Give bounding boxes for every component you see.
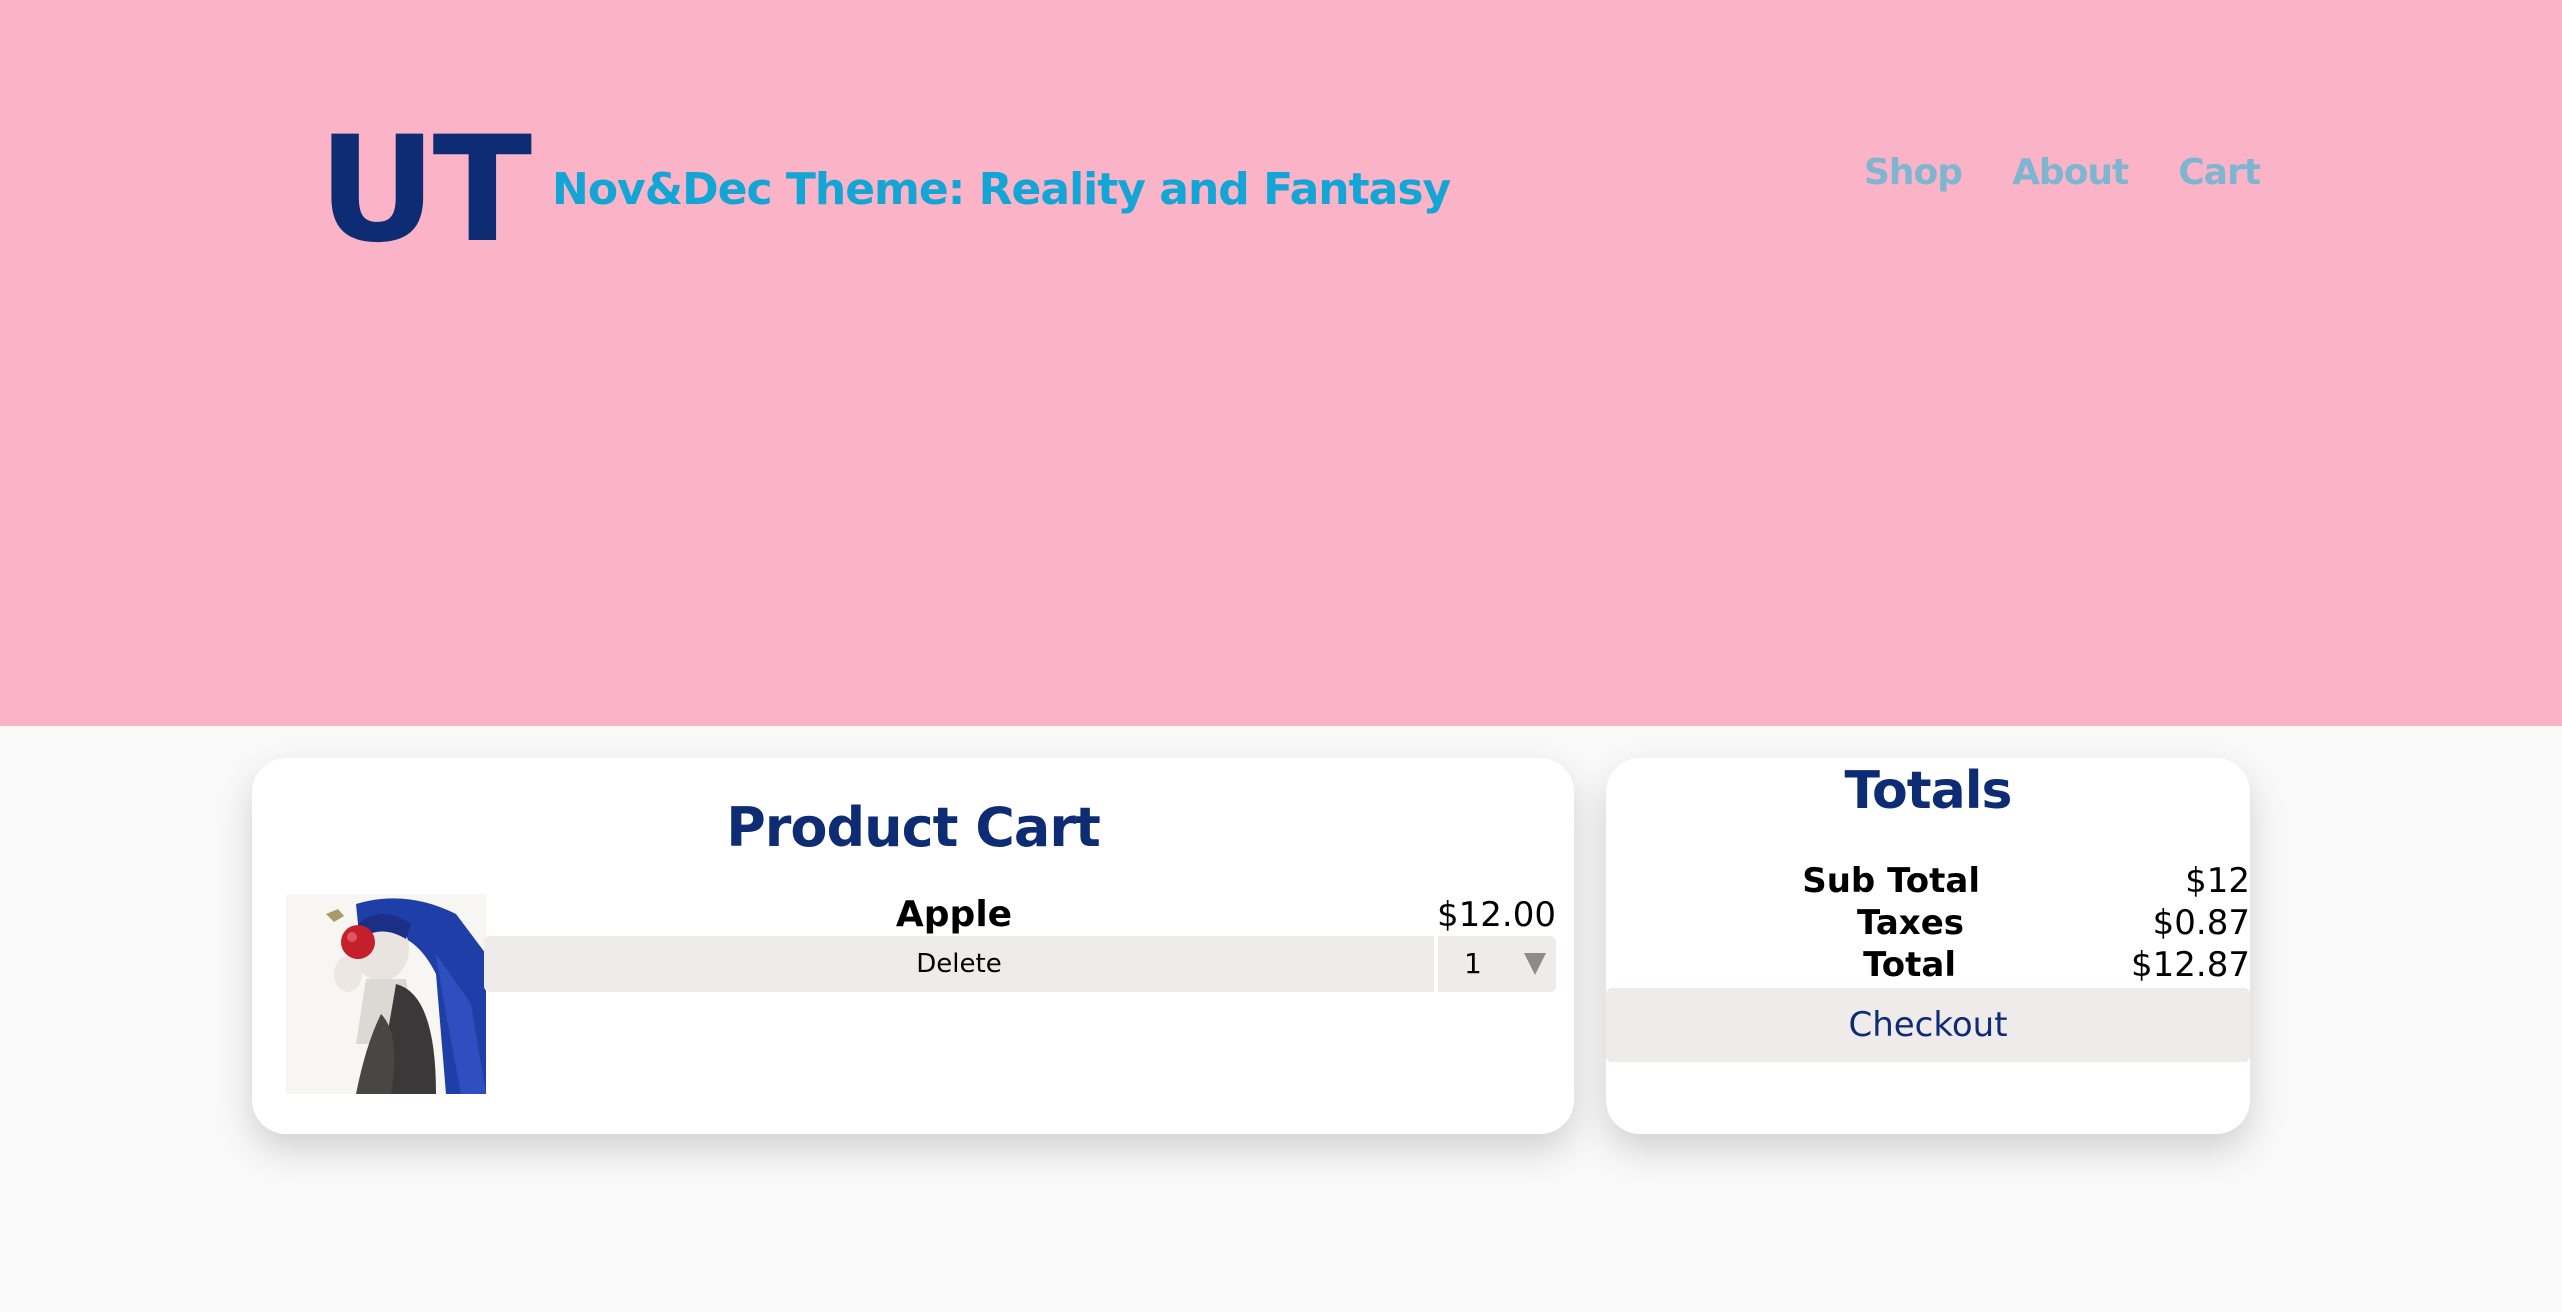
checkout-button[interactable]: Checkout	[1606, 988, 2250, 1062]
subtotal-value: $12	[2185, 861, 2250, 901]
main-nav: Shop About Cart	[1864, 148, 2261, 198]
subtotal-label: Sub Total	[1802, 861, 1980, 901]
site-header: UT Nov&Dec Theme: Reality and Fantasy Sh…	[0, 0, 2562, 726]
totals-title: Totals	[1844, 761, 2012, 821]
product-name: Apple	[895, 894, 1013, 935]
delete-item-button[interactable]: Delete	[484, 936, 1434, 992]
nav-link-shop[interactable]: Shop	[1864, 148, 1963, 198]
taxes-label: Taxes	[1857, 903, 1964, 943]
site-logo[interactable]: UT	[318, 105, 532, 275]
dropdown-arrow-icon	[1524, 953, 1546, 975]
quantity-select[interactable]: 1	[1438, 936, 1556, 992]
total-row: Total $12.87	[1606, 944, 2250, 986]
totals-card: Totals Sub Total $12 Taxes $0.87 Total $…	[1606, 758, 2250, 1134]
product-image	[286, 894, 486, 1094]
product-cart-card: Product Cart Apple $12.00 Delete 1	[252, 758, 1574, 1134]
cart-title: Product Cart	[726, 796, 1101, 859]
product-illustration-icon	[286, 894, 486, 1094]
nav-link-cart[interactable]: Cart	[2178, 148, 2261, 198]
quantity-value: 1	[1464, 947, 1482, 980]
site-tagline: Nov&Dec Theme: Reality and Fantasy	[552, 164, 1451, 215]
product-price: $12.00	[1437, 895, 1556, 935]
total-label: Total	[1863, 945, 1956, 985]
taxes-row: Taxes $0.87	[1606, 902, 2250, 944]
subtotal-row: Sub Total $12	[1606, 860, 2250, 902]
nav-link-about[interactable]: About	[2012, 148, 2129, 198]
total-value: $12.87	[2131, 945, 2250, 985]
taxes-value: $0.87	[2152, 903, 2250, 943]
